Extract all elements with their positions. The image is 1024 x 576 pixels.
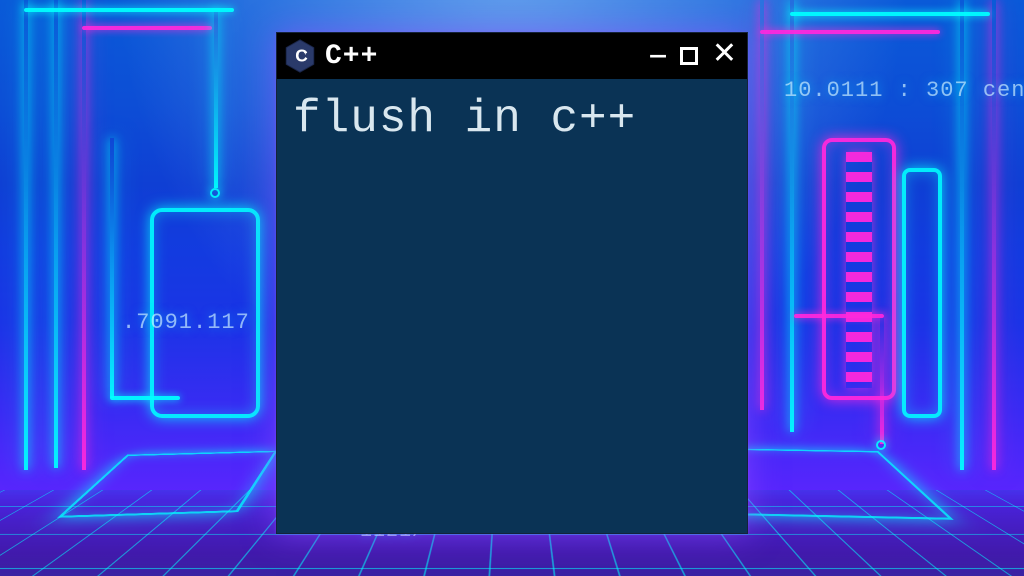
stage: .7091.117 10.0111 : 307 cenver! 1121/ C … xyxy=(0,0,1024,576)
console-content: flush in c++ xyxy=(277,79,747,159)
neon-line xyxy=(760,30,940,34)
neon-line xyxy=(24,8,234,12)
window-controls: — ✕ xyxy=(650,41,737,71)
neon-line xyxy=(214,8,218,188)
svg-text:+: + xyxy=(304,51,308,57)
console-line: flush in c++ xyxy=(293,93,636,145)
bg-label: 10.0111 : 307 cenver! xyxy=(784,78,1024,103)
close-button[interactable]: ✕ xyxy=(712,41,737,71)
neon-line xyxy=(82,26,212,30)
maximize-button[interactable] xyxy=(680,47,698,65)
console-window: C + + C++ — ✕ flush in c++ xyxy=(276,32,748,534)
svg-text:+: + xyxy=(304,57,308,63)
minimize-button[interactable]: — xyxy=(650,43,666,69)
bg-label: .7091.117 xyxy=(122,310,250,335)
neon-line xyxy=(790,12,990,16)
titlebar[interactable]: C + + C++ — ✕ xyxy=(277,33,747,79)
cpp-logo-icon: C + + xyxy=(285,39,315,73)
window-title: C++ xyxy=(325,41,378,72)
circuit-node-icon xyxy=(210,188,220,198)
